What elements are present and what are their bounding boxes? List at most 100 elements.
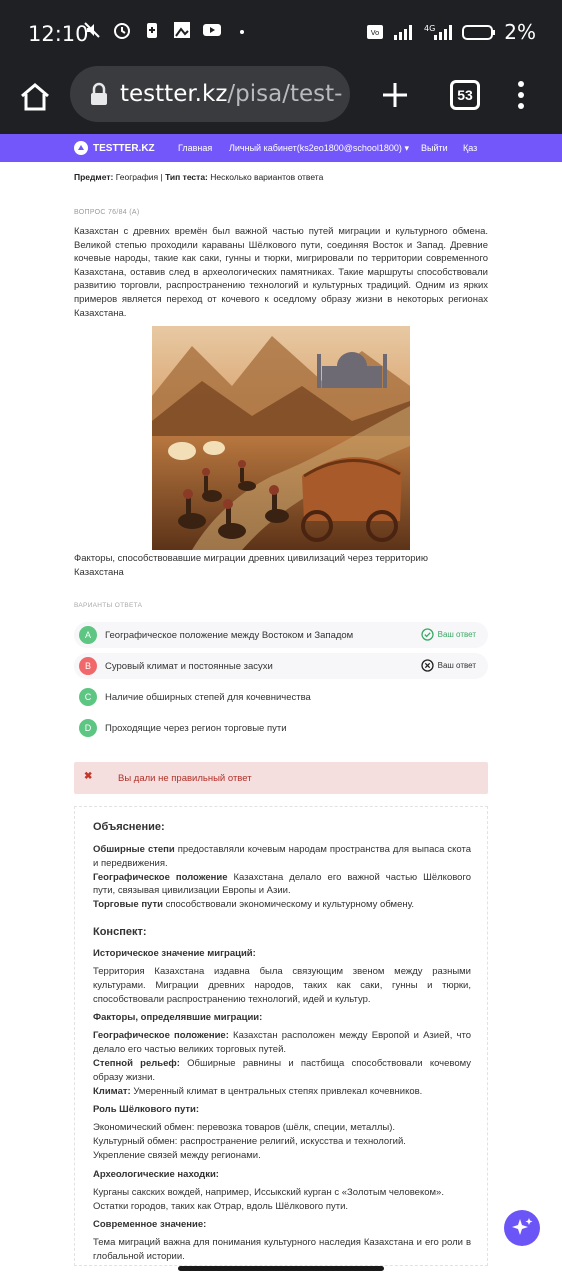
- explanation-title: Объяснение:: [93, 821, 165, 833]
- url-path: /pisa/test-re: [227, 81, 342, 107]
- answer-text: Географическое положение между Востоком …: [105, 629, 354, 641]
- explanation-item-bold: Торговые пути: [93, 899, 163, 911]
- answer-letter-badge: A: [79, 626, 97, 644]
- section-line: Культурный обмен: распространение религи…: [93, 1136, 406, 1148]
- your-answer-label: Ваш ответ: [437, 630, 476, 639]
- type-label: Тип теста:: [165, 172, 208, 182]
- signal-icon: [394, 25, 413, 40]
- section-item-text: Умеренный климат в центральных степях пр…: [130, 1085, 423, 1097]
- type-value: Несколько вариантов ответа: [210, 172, 324, 182]
- browser-toolbar: testter.kz/pisa/test-re 53: [0, 66, 562, 134]
- answer-option-c[interactable]: C Наличие обширных степей для кочевничес…: [74, 684, 488, 710]
- nav-item-home[interactable]: Главная: [178, 143, 212, 153]
- brand-logo-icon: [74, 141, 88, 155]
- url-host: testter.kz: [120, 81, 228, 107]
- explanation-item: Обширные степи предоставляли кочевым нар…: [93, 843, 471, 871]
- section-title: Археологические находки:: [93, 1168, 219, 1180]
- site-logo[interactable]: TESTTER.KZ: [74, 141, 155, 155]
- your-answer-label: Ваш ответ: [437, 661, 476, 670]
- brand-name: TESTTER.KZ: [93, 142, 155, 154]
- battery-icon: [462, 25, 496, 40]
- question-number-extra: (А): [129, 209, 140, 216]
- nav-cabinet-label: Личный кабинет(ks2eo1800@school1800): [229, 143, 402, 153]
- image-icon: [174, 22, 190, 38]
- question-text: Казахстан с древних времён был важной ча…: [74, 226, 488, 319]
- battery-percent: 2%: [504, 20, 536, 44]
- nav-item-language[interactable]: Қаз: [463, 143, 477, 153]
- subject-label: Предмет:: [74, 172, 114, 182]
- section-item: Географическое положение: Казахстан расп…: [93, 1029, 471, 1057]
- answer-letter-badge: B: [79, 657, 97, 675]
- answers-heading: ВАРИАНТЫ ОТВЕТА: [74, 602, 143, 609]
- svg-text:4G: 4G: [424, 24, 435, 33]
- x-circle-icon: [420, 659, 434, 672]
- battery-saver-icon: [147, 23, 157, 38]
- explanation-panel: Объяснение: Обширные степи предоставляли…: [74, 806, 488, 1266]
- more-menu-icon[interactable]: [514, 80, 528, 110]
- explanation-item: Географическое положение Казахстана дела…: [93, 871, 471, 899]
- meta-separator: |: [160, 172, 163, 182]
- explanation-item-bold: Географическое положение: [93, 871, 228, 883]
- mute-icon: [84, 22, 100, 38]
- section-title: Факторы, определявшие миграции:: [93, 1012, 263, 1024]
- site-navbar: TESTTER.KZ Главная Личный кабинет(ks2eo1…: [0, 134, 562, 162]
- wrong-answer-alert: ✖ Вы дали не правильный ответ: [74, 762, 488, 794]
- answer-text: Суровый климат и постоянные засухи: [105, 660, 273, 672]
- section-line: Укрепление связей между регионами.: [93, 1149, 261, 1161]
- image-caption: Факторы, способствовавшие миграции древн…: [74, 553, 428, 578]
- lock-icon: [91, 82, 107, 105]
- answer-option-d[interactable]: D Проходящие через регион торговые пути: [74, 715, 488, 741]
- section-line: Остатки городов, таких как Отрар, вдоль …: [93, 1200, 349, 1212]
- section-item-bold: Климат:: [93, 1085, 131, 1097]
- status-bar: 12:10 Vo 4G 2%: [0, 0, 562, 66]
- tab-switcher-button[interactable]: 53: [450, 80, 480, 110]
- close-icon: ✖: [84, 771, 93, 782]
- question-illustration: [152, 326, 410, 550]
- ai-assistant-button[interactable]: [504, 1210, 540, 1246]
- test-meta: Предмет: География | Тип теста: Нескольк…: [74, 172, 323, 182]
- your-answer-tag: Ваш ответ: [420, 628, 476, 641]
- wrong-answer-text: Вы дали не правильный ответ: [118, 773, 252, 784]
- explanation-item-text: способствовали экономическому и культурн…: [162, 899, 415, 911]
- notification-icons: [82, 20, 252, 40]
- status-time: 12:10: [28, 22, 89, 46]
- svg-text:Vo: Vo: [371, 29, 380, 37]
- youtube-icon: [203, 24, 221, 36]
- nav-item-logout[interactable]: Выйти: [421, 143, 448, 153]
- section-text: Тема миграций важна для понимания культу…: [93, 1237, 471, 1263]
- section-item: Климат: Умеренный климат в центральных с…: [93, 1085, 471, 1099]
- system-indicators: Vo 4G 2%: [366, 20, 536, 44]
- question-number: ВОПРОС 76/84 (А): [74, 209, 139, 216]
- volte-icon: Vo: [367, 25, 384, 39]
- section-line: Экономический обмен: перевозка товаров (…: [93, 1122, 396, 1134]
- nav-item-cabinet[interactable]: Личный кабинет(ks2eo1800@school1800) ▾: [229, 143, 409, 154]
- question-number-text: ВОПРОС 76/84: [74, 209, 127, 216]
- home-icon[interactable]: [18, 80, 52, 114]
- section-item-bold: Степной рельеф:: [93, 1057, 180, 1069]
- sparkle-icon: [512, 1218, 533, 1235]
- answer-letter-badge: D: [79, 719, 97, 737]
- answer-option-a[interactable]: A Географическое положение между Востоко…: [74, 622, 488, 648]
- signal-4g-icon: 4G: [424, 24, 453, 40]
- section-item: Степной рельеф: Обширные равнины и пастб…: [93, 1057, 471, 1085]
- url-text: testter.kz/pisa/test-re: [120, 81, 342, 107]
- answer-letter-badge: C: [79, 688, 97, 706]
- check-circle-icon: [420, 628, 434, 641]
- dot-icon: [240, 30, 244, 34]
- konspekt-title: Конспект:: [93, 925, 147, 938]
- subject-value: География: [115, 172, 159, 182]
- explanation-item-bold: Обширные степи: [93, 844, 175, 855]
- answer-text: Наличие обширных степей для кочевничеств…: [105, 691, 311, 703]
- chevron-down-icon: ▾: [404, 143, 409, 153]
- section-line: Курганы сакских вождей, например, Иссыкс…: [93, 1186, 444, 1198]
- answer-option-b[interactable]: B Суровый климат и постоянные засухи Ваш…: [74, 653, 488, 679]
- section-title: Историческое значение миграций:: [93, 947, 256, 959]
- answer-text: Проходящие через регион торговые пути: [105, 722, 287, 734]
- section-item-bold: Географическое положение:: [93, 1030, 229, 1042]
- your-answer-tag: Ваш ответ: [420, 659, 476, 672]
- alarm-icon: [114, 23, 130, 39]
- home-indicator[interactable]: [178, 1266, 384, 1271]
- url-bar[interactable]: testter.kz/pisa/test-re: [70, 66, 350, 122]
- section-text: Территория Казахстана издавна была связу…: [93, 965, 471, 1005]
- new-tab-icon[interactable]: [380, 80, 410, 110]
